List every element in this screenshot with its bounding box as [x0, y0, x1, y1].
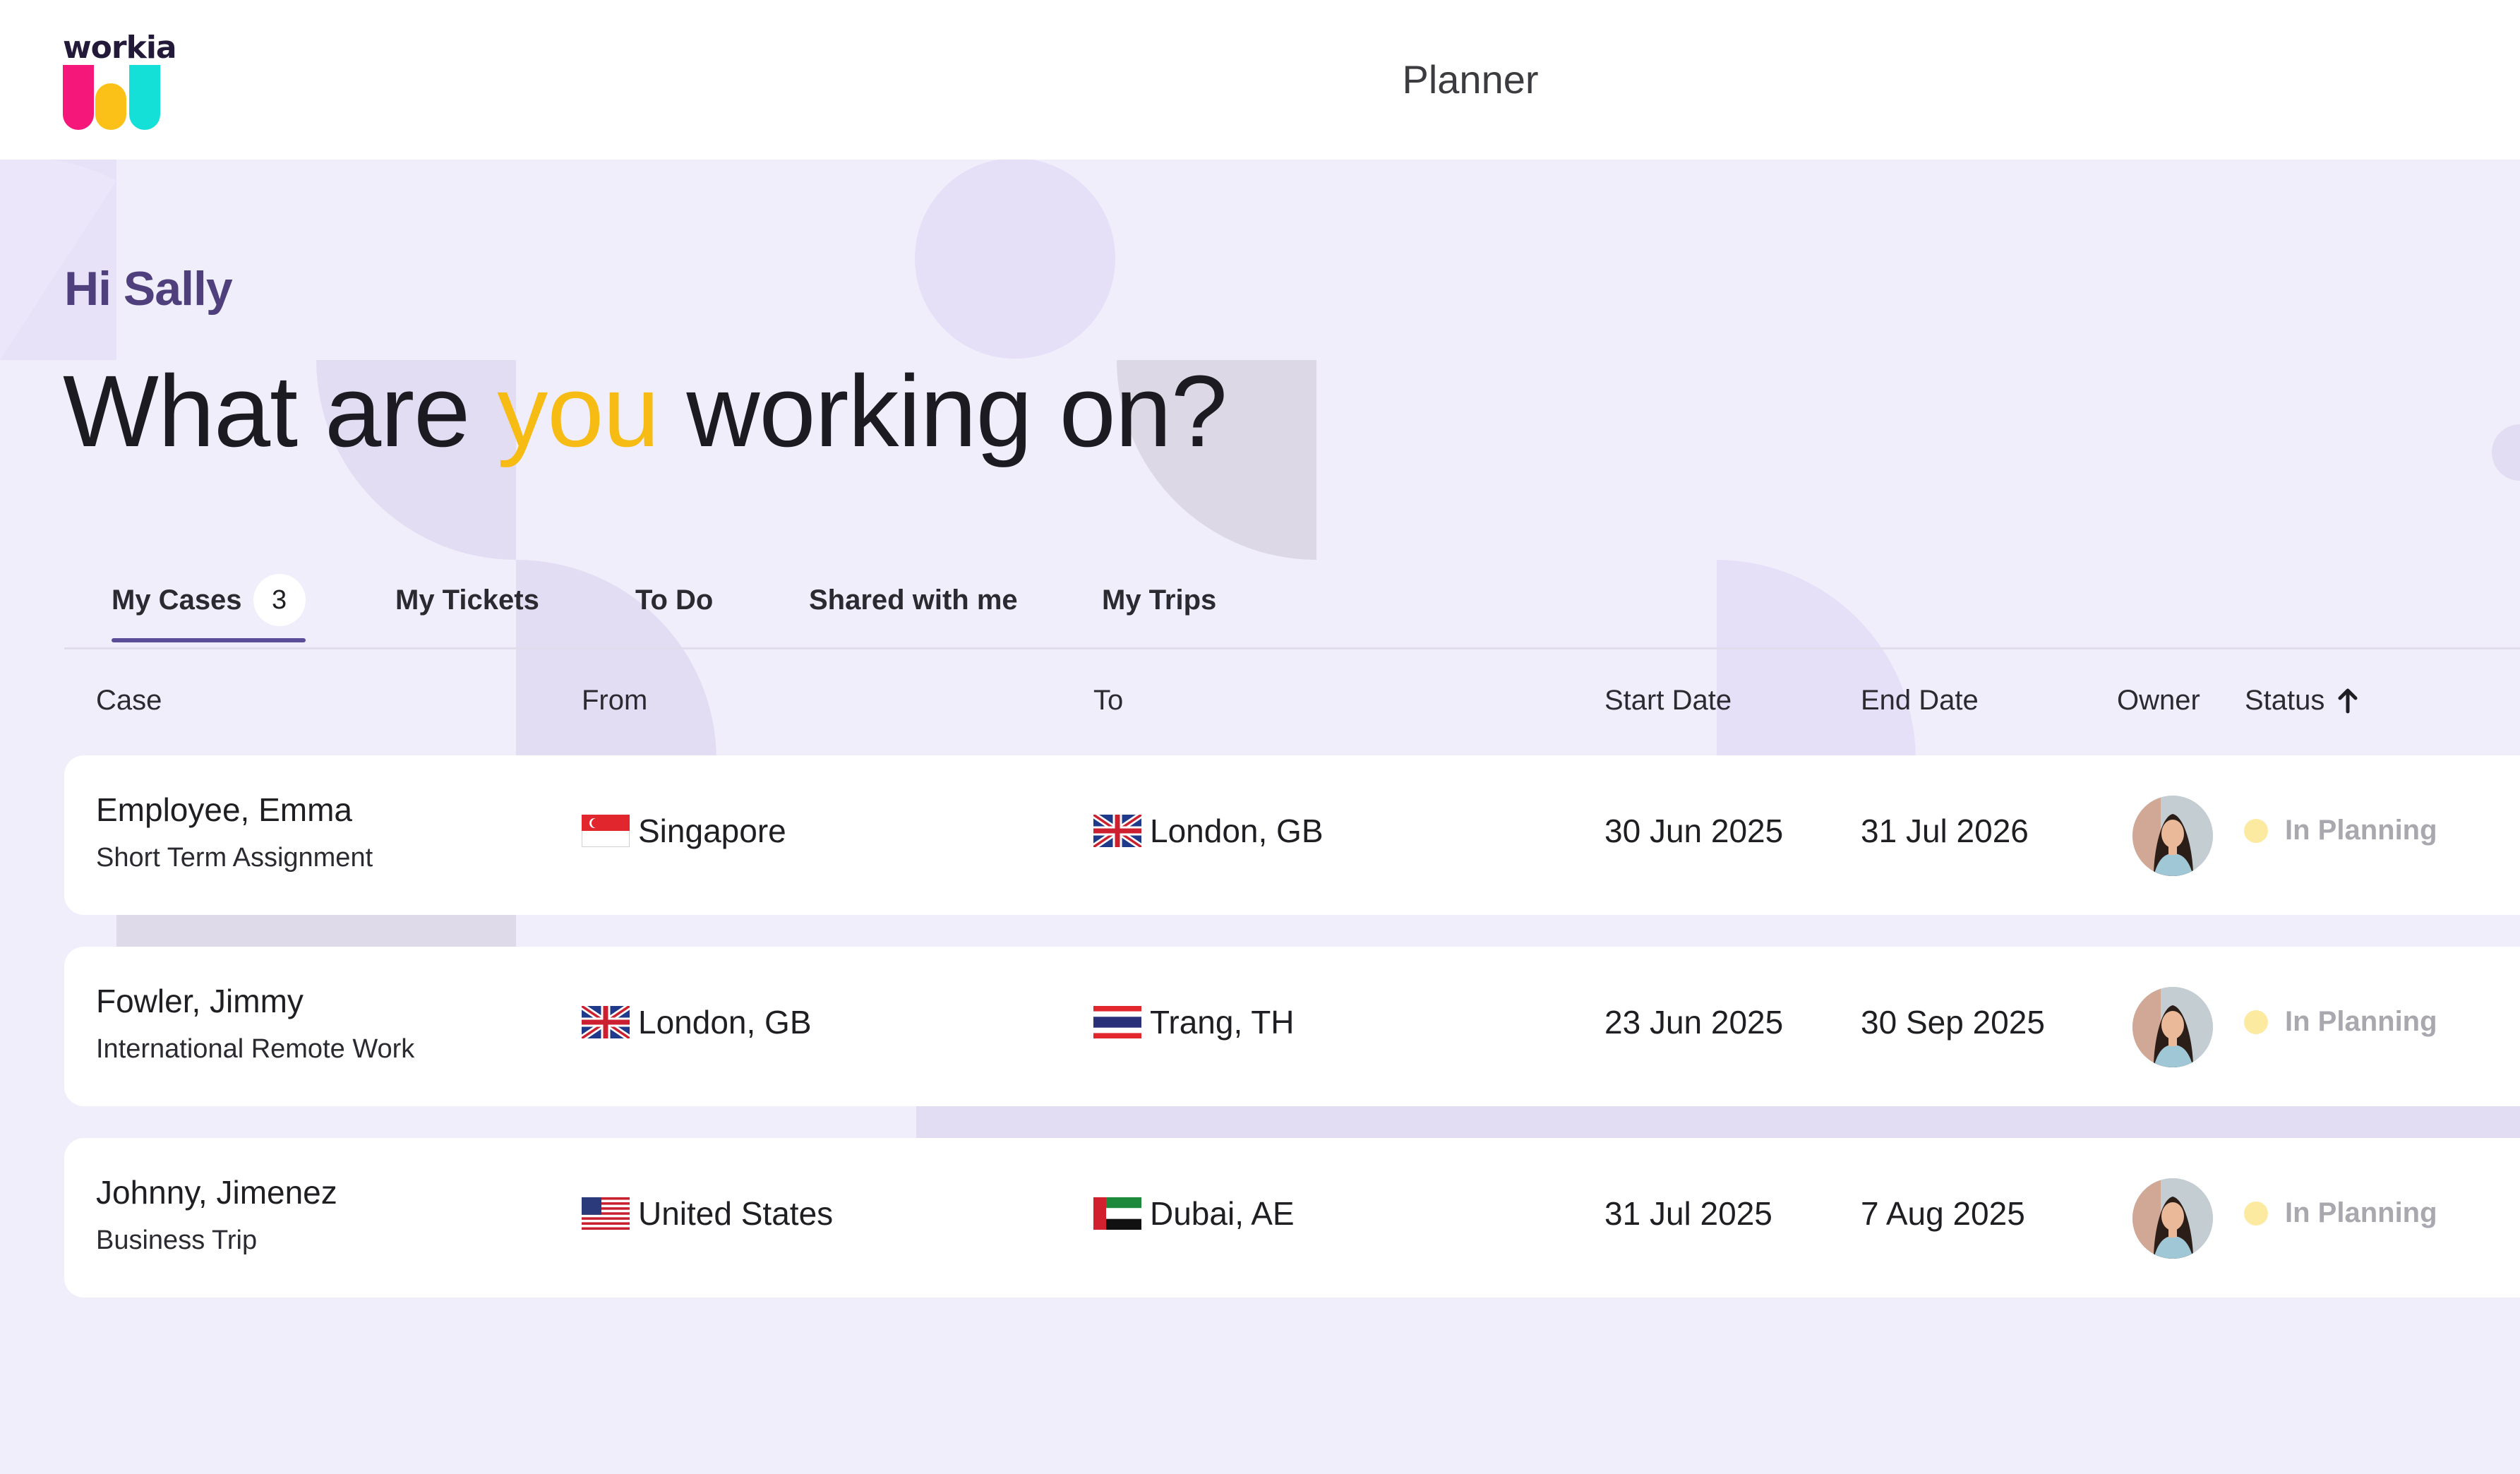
arrow-up-icon[interactable]	[2337, 688, 2358, 714]
case-name: Employee, Emma	[96, 791, 353, 828]
singapore-flag-icon	[582, 815, 630, 847]
to-location: Dubai, AE	[1093, 1194, 1295, 1233]
start-date: 30 Jun 2025	[1604, 813, 1784, 849]
case-name: Fowler, Jimmy	[96, 983, 304, 1019]
greeting: Hi Sally	[64, 262, 233, 316]
tab-my-tickets[interactable]: My Tickets	[395, 572, 539, 628]
headline-after: working on?	[686, 354, 1227, 468]
column-header-status[interactable]: Status	[2245, 685, 2358, 717]
status-dot-icon	[2244, 818, 2268, 843]
person-avatar-icon	[2132, 1178, 2213, 1259]
to-location: Trang, TH	[1093, 1003, 1295, 1041]
from-label: Singapore	[638, 813, 786, 849]
to-label: Trang, TH	[1150, 1004, 1295, 1041]
tab-my-cases[interactable]: My Cases 3	[112, 572, 306, 642]
table-row[interactable]: Fowler, Jimmy International Remote Work …	[64, 947, 2520, 1106]
person-avatar-icon	[2132, 987, 2213, 1067]
from-label: United States	[638, 1195, 834, 1232]
from-location: London, GB	[582, 1003, 812, 1041]
to-label: Dubai, AE	[1150, 1195, 1295, 1232]
table-row[interactable]: Employee, Emma Short Term Assignment Sin…	[64, 755, 2520, 915]
from-location: United States	[582, 1194, 833, 1233]
status: In Planning	[2244, 815, 2437, 846]
page-title-container: Planner	[0, 56, 2520, 102]
tab-label: Shared with me	[809, 584, 1018, 616]
from-label: London, GB	[638, 1004, 812, 1041]
case-type: International Remote Work	[96, 1034, 415, 1064]
case-type: Business Trip	[96, 1226, 258, 1255]
end-date: 31 Jul 2026	[1861, 813, 2029, 849]
end-date: 7 Aug 2025	[1861, 1195, 2025, 1232]
top-bar: workia Planner	[0, 0, 2520, 160]
uae-flag-icon	[1093, 1197, 1141, 1230]
uk-flag-icon	[582, 1006, 630, 1038]
page-title: Planner	[1402, 57, 1539, 102]
table-row[interactable]: Johnny, Jimenez Business Trip United Sta…	[64, 1138, 2520, 1298]
headline-accent: you	[497, 354, 659, 468]
tab-label: My Trips	[1102, 584, 1217, 616]
owner-avatar[interactable]	[2132, 987, 2213, 1067]
status-label: In Planning	[2285, 1197, 2437, 1228]
tab-label: My Cases	[112, 584, 242, 616]
status-label: In Planning	[2285, 815, 2437, 846]
case-name: Johnny, Jimenez	[96, 1174, 337, 1211]
tab-shared-with-me[interactable]: Shared with me	[809, 572, 1018, 628]
status: In Planning	[2244, 1197, 2437, 1229]
owner-avatar[interactable]	[2132, 1178, 2213, 1259]
person-avatar-icon	[2132, 796, 2213, 876]
tab-label: To Do	[635, 584, 714, 616]
status-label: In Planning	[2285, 1006, 2437, 1037]
column-header-case[interactable]: Case	[96, 685, 162, 717]
tab-label: My Tickets	[395, 584, 539, 616]
case-type: Short Term Assignment	[96, 843, 373, 873]
column-header-start-date[interactable]: Start Date	[1604, 685, 1732, 717]
start-date: 31 Jul 2025	[1604, 1195, 1772, 1232]
headline: What are you working on?	[63, 353, 1228, 470]
to-label: London, GB	[1150, 813, 1324, 849]
headline-before: What are	[63, 354, 470, 468]
thailand-flag-icon	[1093, 1006, 1141, 1038]
status-header-label: Status	[2245, 685, 2325, 716]
owner-avatar[interactable]	[2132, 796, 2213, 876]
column-header-from[interactable]: From	[582, 685, 647, 717]
column-header-owner[interactable]: Owner	[2117, 685, 2200, 717]
status-dot-icon	[2244, 1201, 2268, 1226]
tab-bar: My Cases 3 My Tickets To Do Shared with …	[64, 558, 2520, 649]
end-date: 30 Sep 2025	[1861, 1004, 2045, 1041]
case-count-badge: 3	[253, 574, 306, 626]
start-date: 23 Jun 2025	[1604, 1004, 1784, 1041]
to-location: London, GB	[1093, 812, 1324, 850]
tab-to-do[interactable]: To Do	[635, 572, 713, 628]
column-header-end-date[interactable]: End Date	[1861, 685, 1979, 717]
table-header: Case From To Start Date End Date Owner S…	[64, 678, 2520, 727]
tab-my-trips[interactable]: My Trips	[1102, 572, 1216, 628]
uk-flag-icon	[1093, 815, 1141, 847]
from-location: Singapore	[582, 812, 786, 850]
usa-flag-icon	[582, 1197, 630, 1230]
column-header-to[interactable]: To	[1093, 685, 1123, 717]
status-dot-icon	[2244, 1009, 2268, 1034]
status: In Planning	[2244, 1006, 2437, 1038]
